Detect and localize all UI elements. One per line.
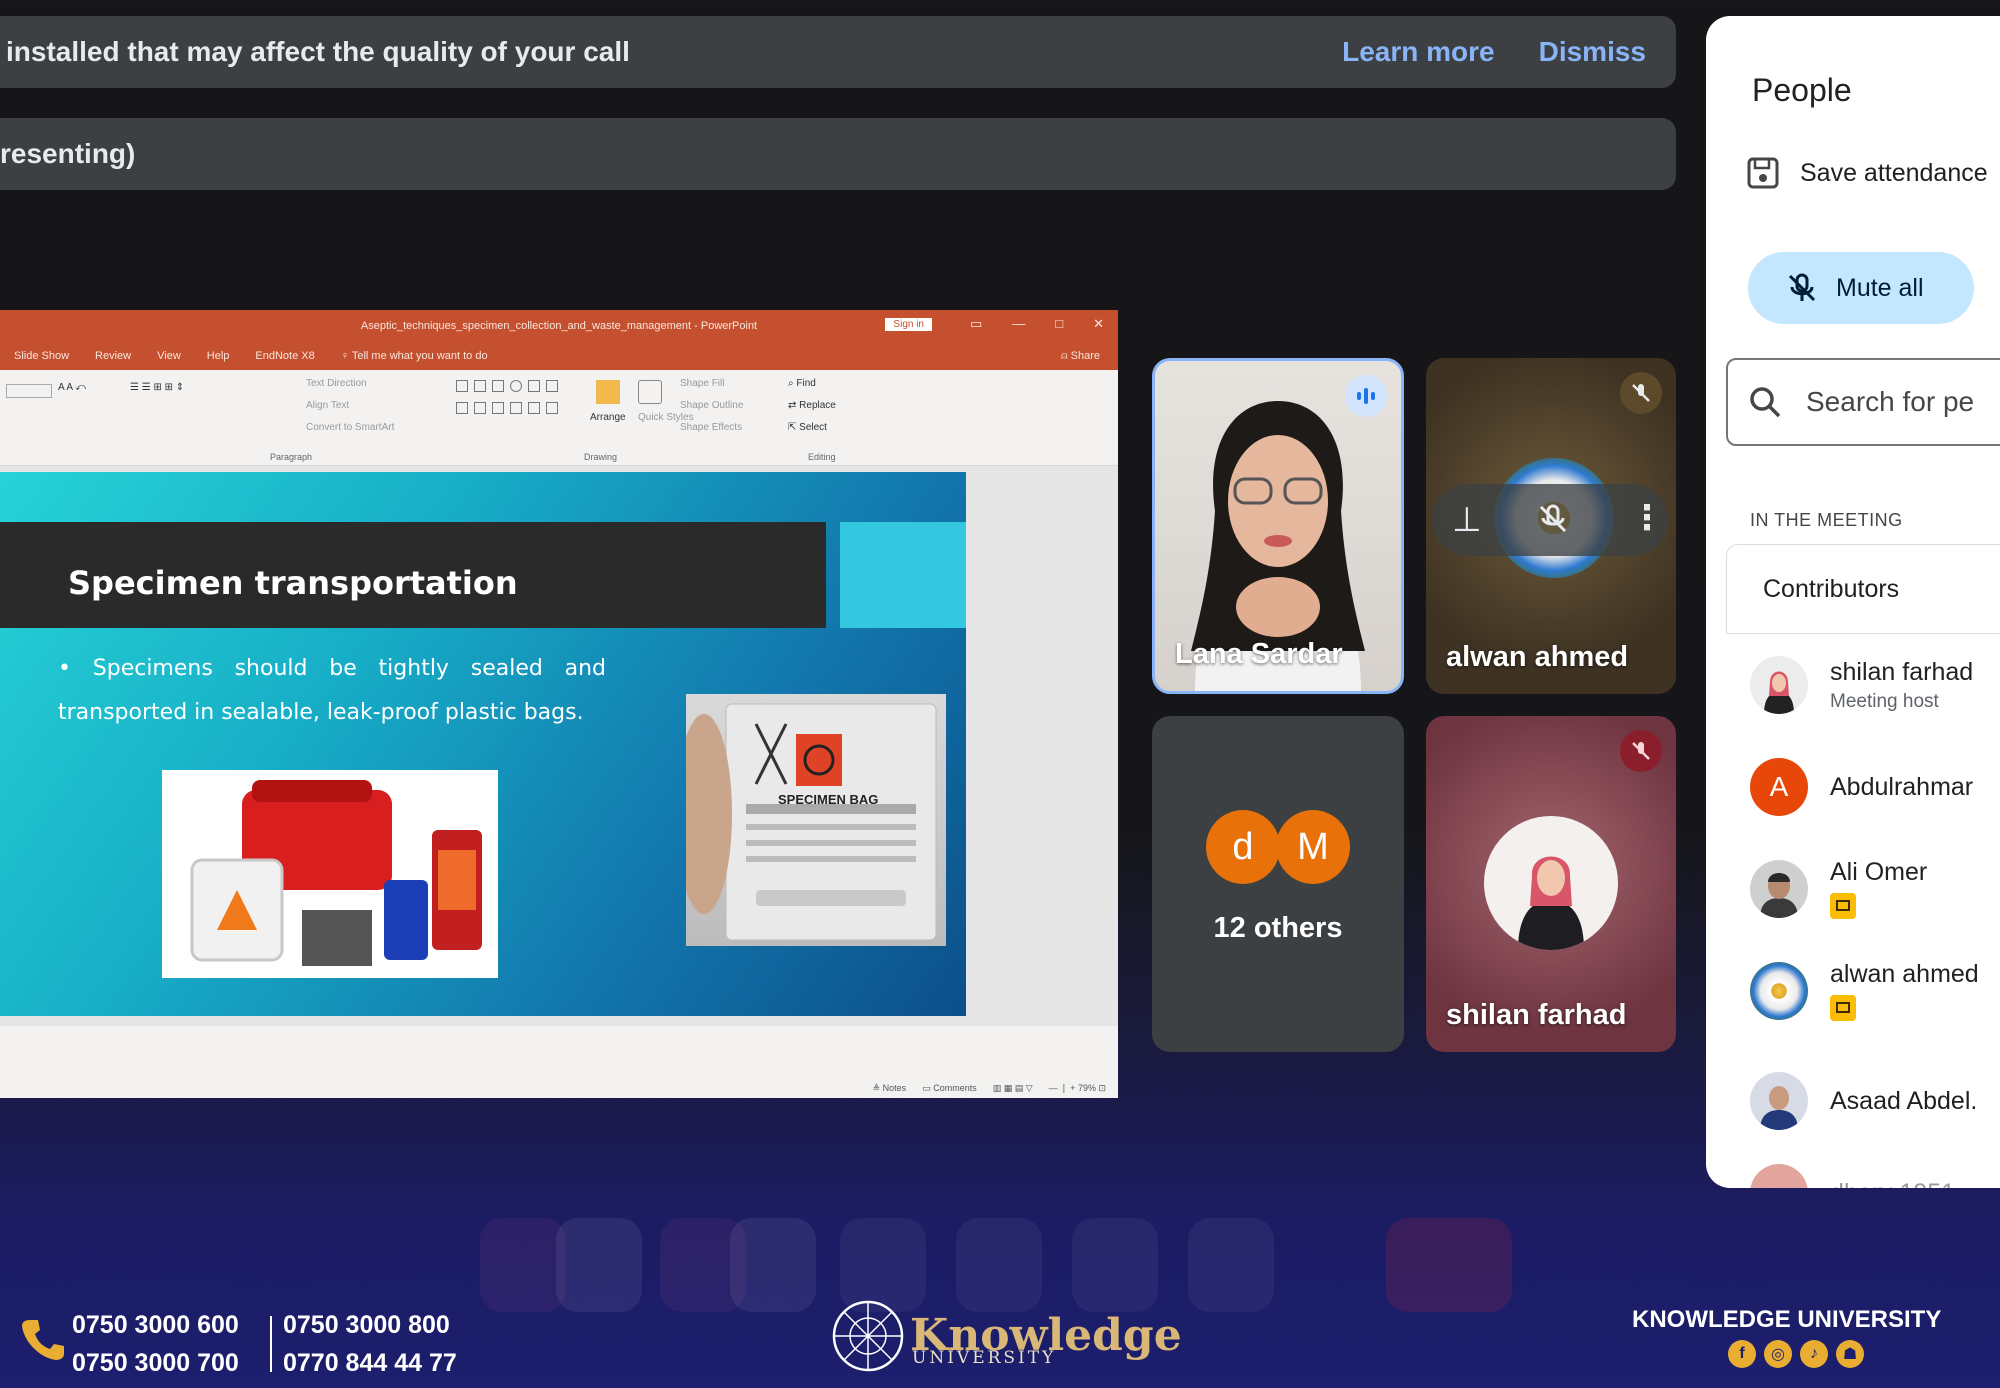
ppt-window-title: Aseptic_techniques_specimen_collection_a… — [360, 320, 758, 332]
quality-warning-banner: installed that may affect the quality of… — [0, 16, 1676, 88]
phone-numbers-left: 0750 3000 600 0750 3000 700 — [72, 1306, 239, 1382]
ppt-signin-button: Sign in — [885, 318, 932, 331]
learn-more-link[interactable]: Learn more — [1342, 36, 1495, 68]
dismiss-button[interactable]: Dismiss — [1539, 36, 1646, 68]
list-item[interactable]: alwan ahmed — [1750, 960, 1979, 1021]
others-count: 12 others — [1213, 912, 1343, 944]
phone-divider — [270, 1316, 272, 1372]
tile-others[interactable]: d M 12 others — [1152, 716, 1404, 1052]
avatar — [1750, 1072, 1808, 1130]
slide-accent-block — [840, 522, 966, 628]
search-people-input[interactable]: Search for pe — [1726, 358, 2000, 446]
person-name: dhary 1951 — [1830, 1179, 1955, 1189]
specimen-bag-photo: SPECIMEN BAG — [686, 694, 946, 946]
ppt-status-bar: ≜ Notes ▭ Comments ▥ ▦ ▤ ▽ — ❘ + 79% ⊡ — [0, 1078, 1118, 1098]
shilan-avatar — [1484, 816, 1618, 950]
save-attendance-button[interactable]: Save attendance — [1746, 156, 1988, 190]
avatar — [1750, 1164, 1808, 1188]
specimen-bag-kit-image — [162, 770, 498, 978]
people-panel: People Save attendance Mute all Search f… — [1706, 16, 2000, 1188]
tile-name-lana: Lana Sardar — [1175, 638, 1343, 670]
list-item[interactable]: Ali Omer — [1750, 858, 1927, 919]
ppt-ribbon: A A ⤺ ☰ ☰ ⊞ ⊞ ⇕ Text Direction Align Tex… — [0, 370, 1118, 466]
person-name: Asaad Abdel. — [1830, 1086, 1978, 1115]
slide-title: Specimen transportation — [68, 564, 518, 602]
mute-all-button[interactable]: Mute all — [1748, 252, 1974, 324]
brand-subtitle: UNIVERSITY — [912, 1348, 1057, 1368]
phone-number: 0750 3000 700 — [72, 1349, 239, 1377]
more-options-icon[interactable]: ⋮ — [1630, 498, 1664, 538]
tiktok-icon[interactable]: ♪ — [1800, 1340, 1828, 1368]
mute-all-label: Mute all — [1836, 273, 1924, 302]
warning-text: installed that may affect the quality of… — [6, 36, 630, 67]
snapchat-icon[interactable]: ☗ — [1836, 1340, 1864, 1368]
avatar — [1750, 859, 1808, 918]
university-title: KNOWLEDGE UNIVERSITY — [1632, 1306, 1942, 1333]
facebook-icon[interactable]: f — [1728, 1340, 1756, 1368]
person-name: alwan ahmed — [1830, 960, 1979, 988]
phone-number: 0750 3000 800 — [283, 1311, 450, 1339]
list-item[interactable]: A Abdulrahmar — [1750, 758, 1973, 816]
phone-number: 0750 3000 600 — [72, 1311, 239, 1339]
avatar — [1750, 656, 1808, 714]
other-avatar-d: d — [1206, 810, 1280, 884]
tile-name-alwan: alwan ahmed — [1446, 641, 1629, 673]
speaking-indicator-icon — [1345, 375, 1387, 417]
muted-icon — [1620, 372, 1662, 414]
tile-alwan-ahmed[interactable]: ⊥ ⋮ alwan ahmed — [1426, 358, 1676, 694]
person-name: shilan farhad — [1830, 657, 1974, 686]
person-name: Abdulrahmar — [1830, 772, 1974, 801]
list-item[interactable]: shilan farhad Meeting host — [1750, 656, 1973, 714]
ppt-ribbon-tabs: Slide Show Review View Help EndNote X8 ♀ Tell… — [0, 342, 1118, 370]
tile-name-shilan: shilan farhad — [1446, 999, 1627, 1031]
presenting-text: resenting) — [0, 138, 136, 169]
search-icon — [1750, 387, 1781, 418]
other-avatar-m: M — [1276, 810, 1350, 884]
avatar: A — [1750, 758, 1808, 816]
contributors-header[interactable]: Contributors — [1726, 544, 2000, 634]
tile-shilan-farhad[interactable]: shilan farhad — [1426, 716, 1676, 1052]
tile-lana-sardar[interactable]: Lana Sardar — [1152, 358, 1404, 694]
slide-bullet-text: • Specimens should be tightly sealed and… — [58, 656, 606, 725]
phone-icon — [22, 1320, 64, 1360]
instagram-icon[interactable]: ◎ — [1764, 1340, 1792, 1368]
save-icon — [1747, 157, 1779, 189]
tile-mute-icon[interactable] — [1536, 502, 1570, 541]
presenter-badge-icon — [1830, 893, 1856, 919]
in-the-meeting-label: IN THE MEETING — [1750, 510, 1903, 530]
knowledge-logo-icon — [832, 1300, 904, 1372]
ppt-window-controls: ▭ — □ ✕ — [969, 316, 1104, 331]
presenter-badge-icon — [1830, 995, 1856, 1021]
list-item[interactable]: Asaad Abdel. — [1750, 1072, 1977, 1130]
presentation-slide: Specimen transportation • Specimens shou… — [0, 472, 966, 1016]
phone-numbers-right: 0750 3000 800 0770 844 44 77 — [283, 1306, 457, 1382]
panel-title: People — [1752, 72, 1852, 108]
person-name: Ali Omer — [1830, 858, 1928, 886]
person-role: Meeting host — [1830, 690, 1939, 712]
pin-icon[interactable]: ⊥ — [1452, 500, 1482, 540]
presenting-banner: resenting) — [0, 118, 1676, 190]
specimen-bag-label: SPECIMEN BAG — [778, 792, 879, 807]
avatar — [1750, 961, 1808, 1020]
ppt-titlebar: Aseptic_techniques_specimen_collection_a… — [0, 310, 1118, 342]
mic-off-icon — [1788, 273, 1816, 302]
shilan-muted-icon — [1620, 730, 1662, 772]
save-attendance-label: Save attendance — [1800, 158, 1988, 187]
contributors-label: Contributors — [1763, 575, 1900, 603]
list-item[interactable]: dhary 1951 — [1750, 1164, 1955, 1188]
phone-number: 0770 844 44 77 — [283, 1349, 457, 1377]
search-placeholder: Search for pe — [1806, 386, 1975, 417]
